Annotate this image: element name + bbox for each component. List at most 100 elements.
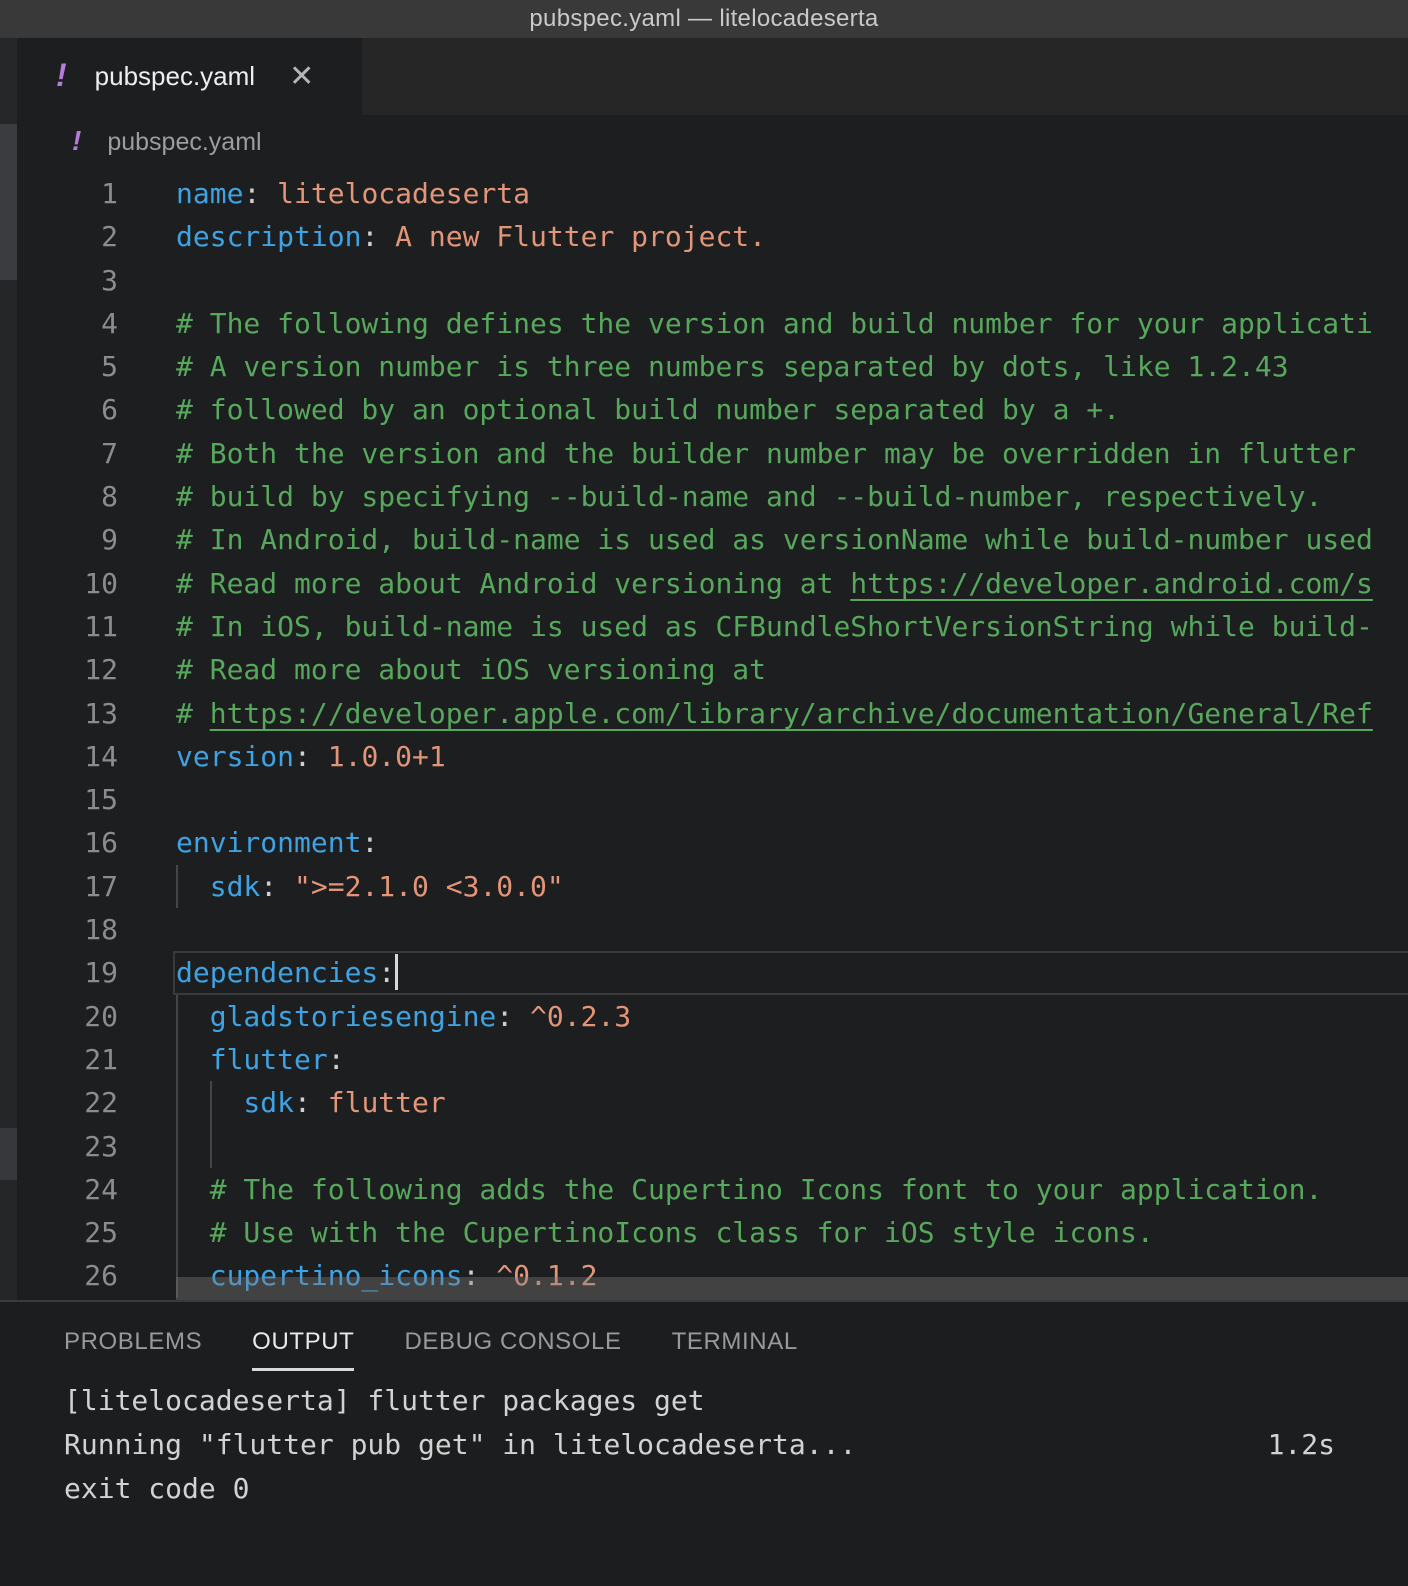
indent-guide-line xyxy=(176,865,178,908)
code-token: : xyxy=(361,826,378,859)
code-token: sdk xyxy=(176,870,260,903)
code-token: : xyxy=(378,956,395,989)
panel-tab-terminal[interactable]: TERMINAL xyxy=(672,1328,798,1371)
code-line[interactable]: 24 # The following adds the Cupertino Ic… xyxy=(0,1168,1408,1211)
line-number: 15 xyxy=(0,778,118,821)
code-line[interactable]: 8 # build by specifying --build-name and … xyxy=(0,475,1408,518)
output-text: exit code 0 xyxy=(64,1472,249,1505)
line-number: 18 xyxy=(0,908,118,951)
line-number: 5 xyxy=(0,345,118,388)
output-line: exit code 0 xyxy=(64,1467,1408,1511)
line-number: 20 xyxy=(0,995,118,1038)
code-line[interactable]: 4 # The following defines the version and… xyxy=(0,302,1408,345)
code-line[interactable]: 7# Both the version and the builder numb… xyxy=(0,432,1408,475)
code-token: https://developer.android.com/s xyxy=(850,567,1373,600)
code-token: name xyxy=(176,177,243,210)
line-number: 17 xyxy=(0,865,118,908)
window-title: pubspec.yaml — litelocadeserta xyxy=(529,5,878,33)
output-text: Running "flutter pub get" in litelocades… xyxy=(64,1428,856,1461)
line-number: 14 xyxy=(0,735,118,778)
indent-guide-line xyxy=(176,1168,178,1211)
code-line[interactable]: 6 # followed by an optional build number … xyxy=(0,388,1408,431)
code-token: sdk xyxy=(176,1086,294,1119)
code-line[interactable]: 13# https://developer.apple.com/library/… xyxy=(0,692,1408,735)
code-token: litelocadeserta xyxy=(260,177,530,210)
code-line[interactable]: 17 sdk: ">=2.1.0 <3.0.0" xyxy=(0,865,1408,908)
code-token: : xyxy=(294,1086,311,1119)
panel-tab-problems[interactable]: PROBLEMS xyxy=(64,1328,202,1371)
line-number: 22 xyxy=(0,1081,118,1124)
yaml-file-icon: ! xyxy=(56,59,67,91)
code-token: : xyxy=(361,220,378,253)
code-token: description xyxy=(176,220,361,253)
code-line[interactable]: 1 name: litelocadeserta xyxy=(0,172,1408,215)
code-token: 1.0.0+1 xyxy=(311,740,446,773)
breadcrumb-file-label: pubspec.yaml xyxy=(107,128,261,157)
tab-pubspec-yaml[interactable]: ! pubspec.yaml ✕ xyxy=(0,38,362,115)
line-number: 6 xyxy=(0,388,118,431)
code-token: https://developer.apple.com/library/arch… xyxy=(210,697,1373,730)
code-line[interactable]: 10# Read more about Android versioning a… xyxy=(0,562,1408,605)
code-line[interactable]: 18 xyxy=(0,908,1408,951)
close-icon[interactable]: ✕ xyxy=(289,59,314,94)
line-number: 2 xyxy=(0,215,118,258)
code-token: # build by specifying --build-name and -… xyxy=(176,480,1322,513)
code-token: flutter xyxy=(311,1086,446,1119)
code-token: # A version number is three numbers sepa… xyxy=(176,350,1289,383)
code-token: ">=2.1.0 <3.0.0" xyxy=(277,870,564,903)
breadcrumb[interactable]: ! pubspec.yaml xyxy=(0,115,1408,170)
line-number: 4 xyxy=(0,302,118,345)
code-token: environment xyxy=(176,826,361,859)
code-line[interactable]: 15 xyxy=(0,778,1408,821)
code-token: : xyxy=(243,177,260,210)
line-number: 13 xyxy=(0,692,118,735)
code-editor[interactable]: 1 name: litelocadeserta 2 description: A ne… xyxy=(0,170,1408,1300)
tab-label: pubspec.yaml xyxy=(95,61,255,92)
panel-tab-debug-console[interactable]: DEBUG CONSOLE xyxy=(404,1328,621,1371)
text-cursor xyxy=(395,954,398,990)
output-text: [litelocadeserta] flutter packages get xyxy=(64,1384,705,1417)
code-token: : xyxy=(260,870,277,903)
code-line[interactable]: 11# In iOS, build-name is used as CFBund… xyxy=(0,605,1408,648)
line-number: 1 xyxy=(0,172,118,215)
line-number: 12 xyxy=(0,648,118,691)
code-token: # Read more about iOS versioning at xyxy=(176,653,766,686)
code-line[interactable]: 19dependencies: xyxy=(0,951,1408,994)
horizontal-scrollbar[interactable] xyxy=(176,1277,1408,1300)
code-line[interactable]: 25 # Use with the CupertinoIcons class f… xyxy=(0,1211,1408,1254)
indent-guide-line xyxy=(176,995,178,1038)
indent-guide-line xyxy=(210,1081,212,1124)
indent-guide-line xyxy=(210,1125,212,1168)
indent-guide-line xyxy=(176,1125,178,1168)
code-line[interactable]: 9 # In Android, build-name is used as ver… xyxy=(0,518,1408,561)
code-token: : xyxy=(294,740,311,773)
indent-guide-line xyxy=(176,1081,178,1124)
code-token: # The following defines the version and … xyxy=(176,307,1373,340)
code-line[interactable]: 22 sdk: flutter xyxy=(0,1081,1408,1124)
code-line[interactable]: 3 xyxy=(0,259,1408,302)
code-line[interactable]: 12 # Read more about iOS versioning at xyxy=(0,648,1408,691)
line-number: 9 xyxy=(0,518,118,561)
code-token: A new Flutter project. xyxy=(378,220,766,253)
code-line[interactable]: 14version: 1.0.0+1 xyxy=(0,735,1408,778)
code-token: # The following adds the Cupertino Icons… xyxy=(176,1173,1322,1206)
line-number: 23 xyxy=(0,1125,118,1168)
line-number: 10 xyxy=(0,562,118,605)
code-line[interactable]: 21 flutter: xyxy=(0,1038,1408,1081)
indent-guide-line xyxy=(176,1211,178,1254)
line-number: 8 xyxy=(0,475,118,518)
panel-tab-output[interactable]: OUTPUT xyxy=(252,1328,354,1371)
code-token: # followed by an optional build number s… xyxy=(176,393,1120,426)
output-line: Running "flutter pub get" in litelocades… xyxy=(64,1423,1408,1467)
line-number: 7 xyxy=(0,432,118,475)
code-line[interactable]: 16environment: xyxy=(0,821,1408,864)
indent-guide-line xyxy=(176,1038,178,1081)
code-token: # In Android, build-name is used as vers… xyxy=(176,523,1373,556)
code-line[interactable]: 5 # A version number is three numbers sep… xyxy=(0,345,1408,388)
code-line[interactable]: 2 description: A new Flutter project. xyxy=(0,215,1408,258)
code-token: # Use with the CupertinoIcons class for … xyxy=(176,1216,1154,1249)
line-number: 11 xyxy=(0,605,118,648)
code-line[interactable]: 20 gladstoriesengine: ^0.2.3 xyxy=(0,995,1408,1038)
editor-tab-bar: ! pubspec.yaml ✕ xyxy=(0,38,1408,115)
code-line[interactable]: 23 xyxy=(0,1125,1408,1168)
